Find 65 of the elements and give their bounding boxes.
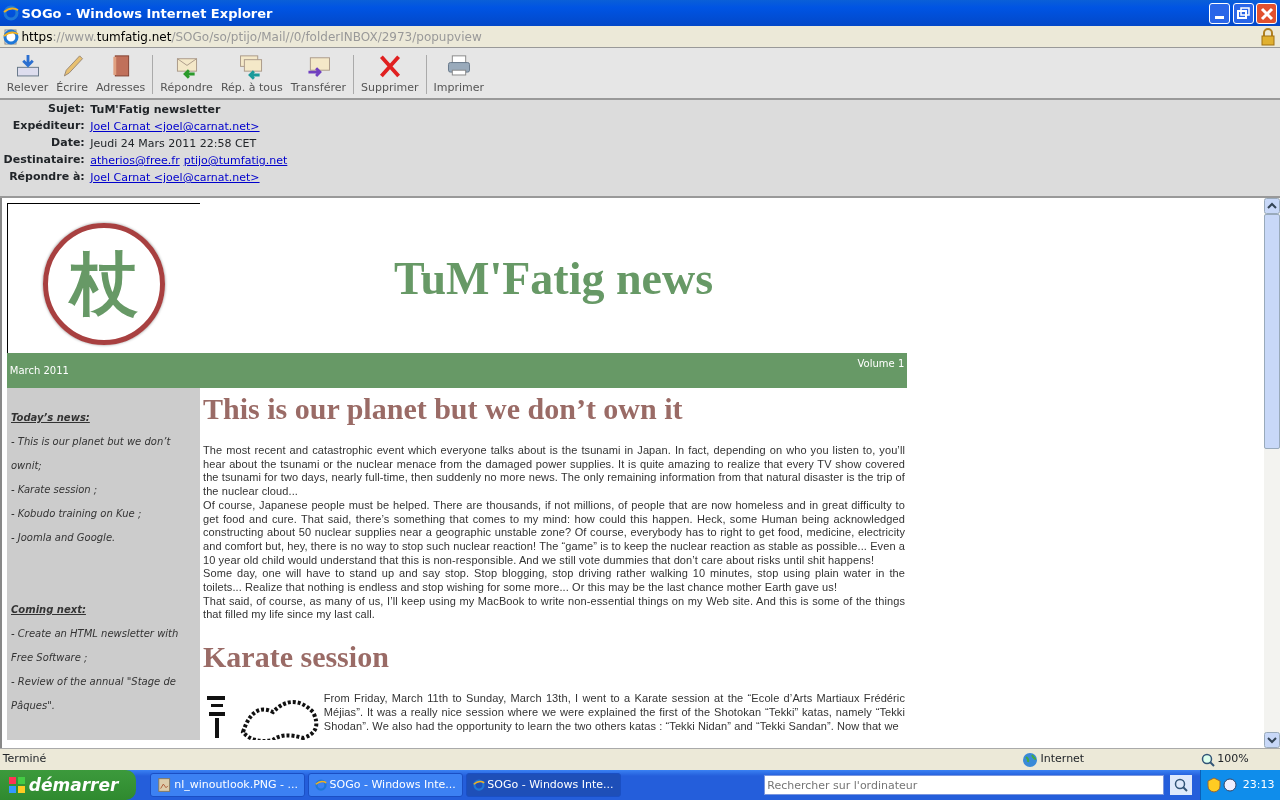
window-title: SOGo - Windows Internet Explorer (21, 5, 274, 21)
sidebar-heading: Today’s news: (11, 411, 91, 425)
toolbar-button[interactable]: Rép. à tous (216, 50, 287, 98)
globe-icon (1021, 751, 1038, 768)
toolbar-button[interactable]: Supprimer (357, 50, 423, 98)
padlock-icon (1259, 26, 1278, 47)
issue-date: March 2011 (9, 364, 69, 378)
header-label: Expéditeur: (11, 119, 85, 134)
email-link[interactable]: Joel Carnat <joel@carnat.net> (90, 171, 260, 184)
article-paragraph: The most recent and catastrophic event which everyone talks about is the tsunami in Japan. In fact, depending on who you listen to, you’ll hear about the tsunami or the nuclear menace from the damaged power supplies. It is quite amazing to realize that every TV show covered the tsunami for two days, nearly full-time, then suddenly no more news. The only remaining information from that natural disaster is the trip of the nuclear cloud... (203, 444, 905, 499)
email-link[interactable]: ptijo@tumfatig.net (183, 154, 288, 167)
sidebar-item: - Review of the annual "Stage de Pâques". (11, 675, 177, 713)
url-text: https://www.tumfatig.net/SOGo/so/ptijo/Mail//0/folderINBOX/2973/popupview (21, 28, 483, 46)
close-button[interactable] (1256, 2, 1278, 24)
sidebar-item: - Create an HTML newsletter with Free Software ; (11, 627, 180, 665)
article-paragraph: Some day, one will have to stand up and say stop. Stop blogging, stop driving rather walking 10 minutes, stop using plain water in the toilets... Realize that nothing is endless and stop wishing for some more... Or this may be the last chance mother Earth gave us! (203, 567, 905, 595)
search-icon (1173, 777, 1188, 792)
search-button[interactable] (1169, 775, 1192, 795)
sidebar-item: - This is our planet but we don’t ownit; (11, 435, 172, 473)
toolbar-button[interactable]: Écrire (52, 50, 92, 98)
header-label: Sujet: (47, 102, 85, 117)
scrollbar[interactable] (1264, 198, 1280, 748)
logo-emblem: 杖 (43, 222, 165, 345)
article-paragraph: From Friday, March 11th to Sunday, March 13th, I went to a Karate session at the “Ecole d’Arts Martiaux Frédéric Méjias”. It was a really nice session where we were explained the first of the Shotokan “Tekki” katas, namely “Tekki Shodan”. We also had the opportunity to learn the two others katas : “Tekki Nidan” and “Tekki Sandan”. Now that we (323, 692, 905, 734)
email-link[interactable]: atherios@free.fr (90, 154, 180, 167)
toolbar-button[interactable]: Imprimer (429, 50, 489, 98)
newsletter-title: TuM'Fatig news (393, 251, 714, 305)
header-label: Répondre à: (8, 170, 85, 185)
article-heading: Karate session (203, 640, 390, 675)
start-button[interactable]: démarrer (0, 770, 137, 800)
article-paragraph: That said, of course, as many of us, I’ll keep using my MacBook to write non-essential things on my Web site. And this is some of the things that filled my life since my last call. (203, 594, 905, 623)
minimize-button[interactable] (1208, 2, 1230, 24)
sidebar-item: - Karate session ; (11, 483, 99, 497)
date-text: Jeudi 24 Mars 2011 22:58 CET (90, 137, 257, 150)
toolbar-button[interactable]: Transférer (286, 50, 351, 98)
article-heading: This is our planet but we don’t own it (203, 392, 684, 426)
volume-label: Volume 1 (857, 356, 905, 371)
taskbar-button[interactable]: SOGo - Windows Inte... (465, 773, 621, 797)
toolbar-button[interactable]: Répondre (156, 50, 217, 98)
sidebar-heading: Coming next: (11, 603, 87, 617)
windows-logo-icon (8, 776, 26, 794)
toolbar-button[interactable]: Adresses (91, 50, 150, 98)
scroll-up-icon (1264, 198, 1280, 214)
zoom-level[interactable]: 100% (1217, 751, 1278, 768)
scroll-down-icon (1264, 732, 1280, 748)
taskbar-button[interactable]: nl_winoutlook.PNG - ... (150, 773, 306, 797)
zoom-icon (1200, 752, 1215, 767)
shield-icon (1206, 777, 1221, 793)
article-paragraph: Of course, Japanese people must be helped. There are thousands, if not millions, of people that are now homeless and in great difficulty to get food and cure. That said, there’s something that comes to my mind: how could this happen. Heck, some Human being acknowledged constructing about 50 nuclear supplies near a geographic unstable zone? Of course, everybody has to right to get food, medicine, electricity and comfort but, hey, there is no way to stop such nuclear reaction! The “game” is to keep the nuclear reaction as stable as possible... Even a 10 year old child would understand that this is non-responsible. And we still vote dummies that don’t care about risks until shit happens! (203, 498, 905, 568)
restore-button[interactable] (1232, 2, 1254, 24)
subject-text: TuM'Fatig newsletter (90, 103, 221, 116)
header-label: Date: (50, 136, 85, 151)
sidebar-item: - Kobudo training on Kue ; (11, 507, 143, 521)
toolbar-button[interactable]: Relever (2, 50, 53, 98)
minimize-icon (1214, 15, 1224, 19)
header-label: Destinataire: (2, 153, 85, 168)
image-file-icon (157, 777, 172, 793)
scroll-thumb[interactable] (1264, 214, 1280, 449)
search-field[interactable]: Rechercher sur l'ordinateur (764, 775, 1165, 795)
taskbar-button[interactable]: SOGo - Windows Inte... (307, 773, 463, 797)
email-link[interactable]: Joel Carnat <joel@carnat.net> (90, 120, 260, 133)
security-zone: Internet (1040, 751, 1086, 768)
status-text: Terminé (2, 751, 48, 768)
sidebar-item: - Joomla and Google. (11, 531, 117, 545)
clock-text: 23:13 (1242, 776, 1275, 793)
